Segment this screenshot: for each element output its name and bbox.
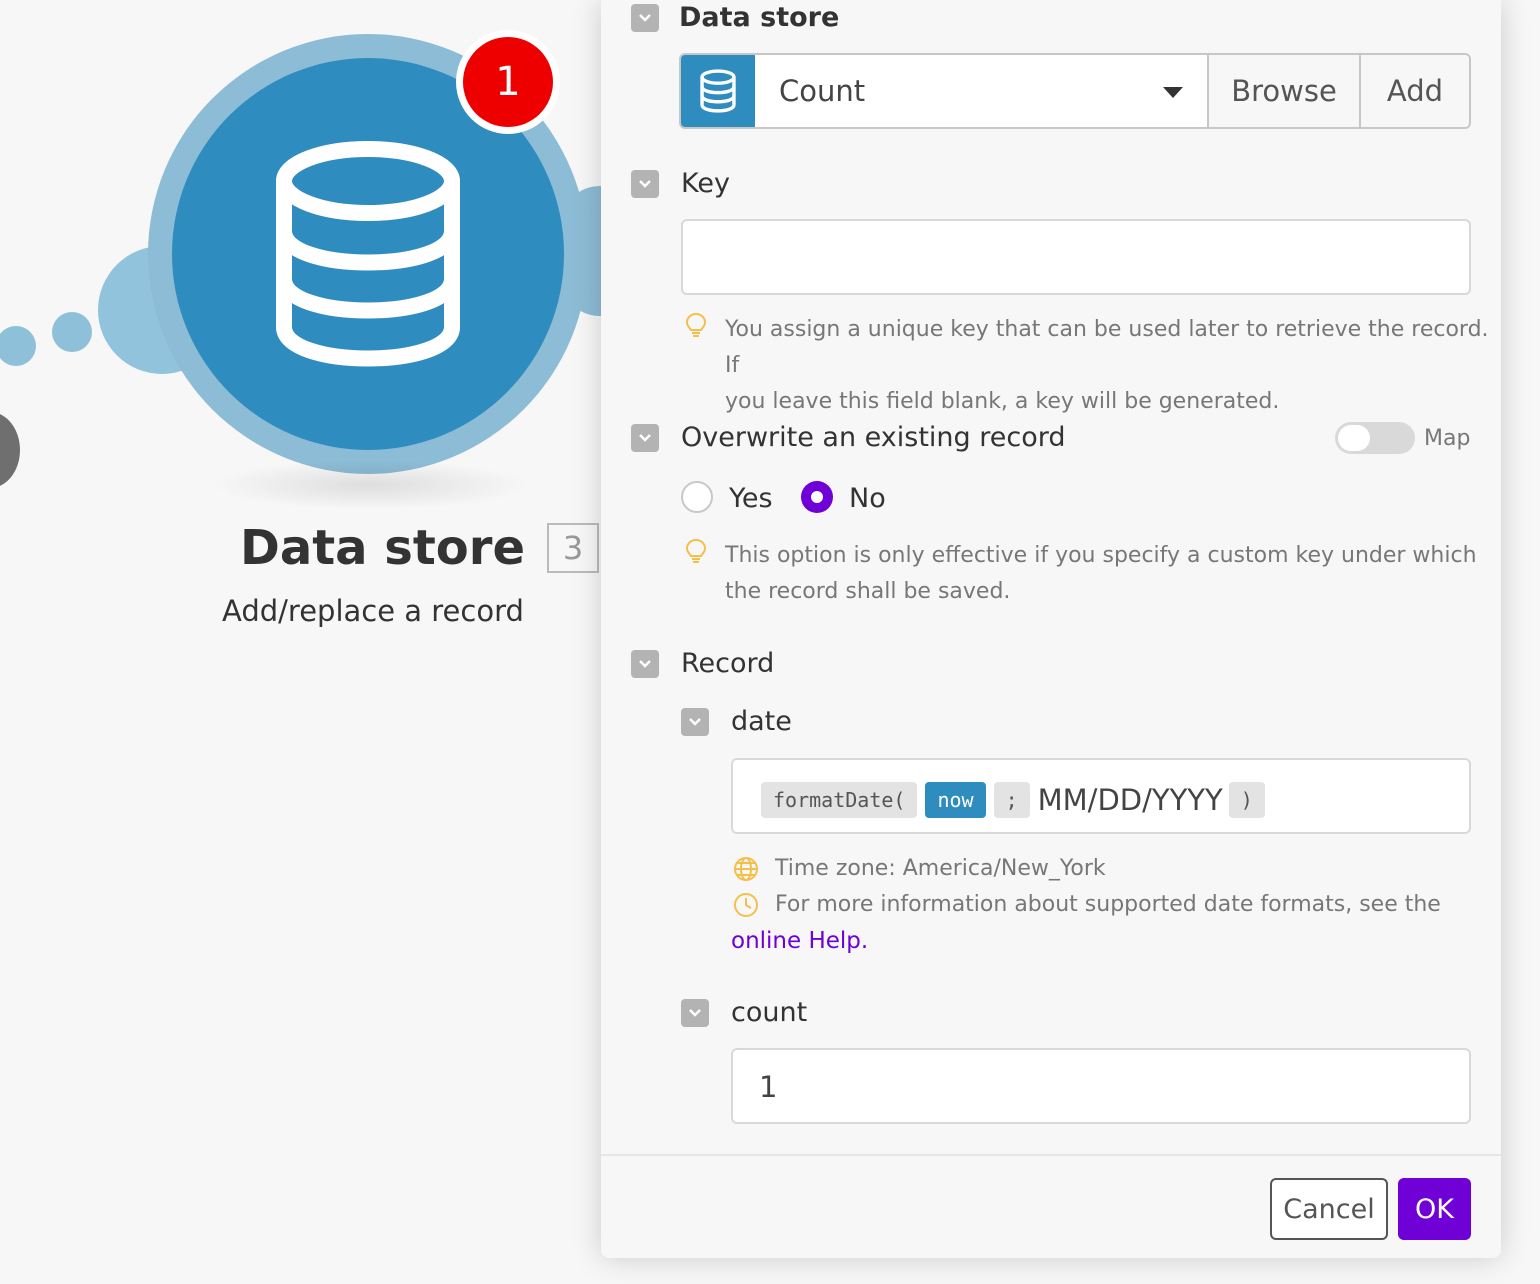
- module-id: 3: [547, 523, 599, 573]
- radio-yes[interactable]: [681, 481, 713, 513]
- argument-separator[interactable]: ;: [993, 782, 1030, 818]
- toggle-knob: [1338, 425, 1370, 451]
- badge-count: 1: [463, 37, 553, 127]
- data-store-dropdown[interactable]: Count: [755, 55, 1209, 127]
- format-date-function[interactable]: formatDate(: [761, 782, 918, 818]
- collapse-key[interactable]: [631, 170, 659, 198]
- overwrite-hint-line1: This option is only effective if you spe…: [725, 543, 1477, 568]
- key-label: Key: [681, 168, 730, 199]
- collapse-count[interactable]: [681, 999, 709, 1027]
- date-format-hint: For more information about supported dat…: [775, 892, 1441, 917]
- module-title-text: Data store: [240, 520, 525, 576]
- key-input[interactable]: [681, 219, 1471, 295]
- connector-dot: [0, 326, 36, 366]
- caret-down-icon: [1163, 87, 1183, 98]
- lightbulb-icon: [685, 312, 707, 337]
- count-label: count: [731, 997, 808, 1028]
- database-icon: [276, 141, 460, 367]
- date-format-hint-line2: online Help.: [731, 923, 868, 959]
- chevron-down-icon: [639, 180, 651, 188]
- previous-module-edge[interactable]: [0, 412, 20, 488]
- radio-pip: [811, 491, 823, 503]
- cancel-button[interactable]: Cancel: [1270, 1178, 1388, 1240]
- collapse-record[interactable]: [631, 650, 659, 678]
- date-formula: formatDate( now ; MM/DD/YYYY ): [761, 782, 1265, 818]
- connector-dot: [52, 312, 92, 352]
- date-input[interactable]: formatDate( now ; MM/DD/YYYY ): [731, 758, 1471, 834]
- help-period: .: [860, 928, 869, 954]
- browse-button[interactable]: Browse: [1209, 55, 1359, 127]
- module-subtitle: Add/replace a record: [222, 594, 524, 628]
- lightbulb-icon: [685, 538, 707, 563]
- date-format-text: MM/DD/YYYY: [1037, 783, 1223, 817]
- chevron-down-icon: [639, 434, 651, 442]
- chevron-down-icon: [689, 718, 701, 726]
- function-close[interactable]: ): [1228, 782, 1265, 818]
- chevron-down-icon: [639, 14, 651, 22]
- module-shadow: [210, 460, 530, 510]
- map-toggle[interactable]: [1335, 422, 1415, 454]
- collapse-data-store[interactable]: [631, 4, 659, 32]
- collapse-date[interactable]: [681, 708, 709, 736]
- data-store-icon-box: [681, 55, 755, 127]
- data-store-select[interactable]: Count Browse Add: [679, 53, 1471, 129]
- date-label: date: [731, 706, 792, 737]
- overwrite-hint: This option is only effective if you spe…: [725, 538, 1477, 610]
- clock-icon: [734, 893, 758, 917]
- now-variable[interactable]: now: [925, 782, 986, 818]
- count-value: 1: [759, 1070, 778, 1104]
- collapse-overwrite[interactable]: [631, 424, 659, 452]
- key-hint: You assign a unique key that can be used…: [725, 312, 1501, 420]
- footer-divider: [601, 1154, 1501, 1156]
- overwrite-label: Overwrite an existing record: [681, 422, 1066, 453]
- chevron-down-icon: [639, 660, 651, 668]
- radio-yes-label[interactable]: Yes: [729, 483, 773, 514]
- count-input[interactable]: 1: [731, 1048, 1471, 1124]
- overwrite-hint-line2: the record shall be saved.: [725, 579, 1011, 604]
- online-help-link[interactable]: online Help: [731, 928, 861, 954]
- timezone-hint: Time zone: America/New_York: [775, 856, 1106, 881]
- module-settings-panel: Data store Count Browse Add Key You assi…: [601, 0, 1501, 1258]
- operations-badge: 1: [456, 30, 560, 134]
- module-title[interactable]: Data store 3: [240, 520, 599, 576]
- add-button[interactable]: Add: [1359, 55, 1469, 127]
- chevron-down-icon: [689, 1009, 701, 1017]
- key-hint-line1: You assign a unique key that can be used…: [725, 317, 1489, 378]
- ok-button[interactable]: OK: [1398, 1178, 1471, 1240]
- radio-no[interactable]: [801, 481, 833, 513]
- data-store-selected: Count: [779, 74, 866, 108]
- globe-icon: [734, 857, 758, 881]
- key-hint-line2: you leave this field blank, a key will b…: [725, 389, 1280, 414]
- data-store-label: Data store: [679, 2, 840, 33]
- database-icon: [700, 69, 736, 113]
- record-label: Record: [681, 648, 775, 679]
- radio-no-label[interactable]: No: [849, 483, 886, 514]
- map-label: Map: [1424, 426, 1471, 451]
